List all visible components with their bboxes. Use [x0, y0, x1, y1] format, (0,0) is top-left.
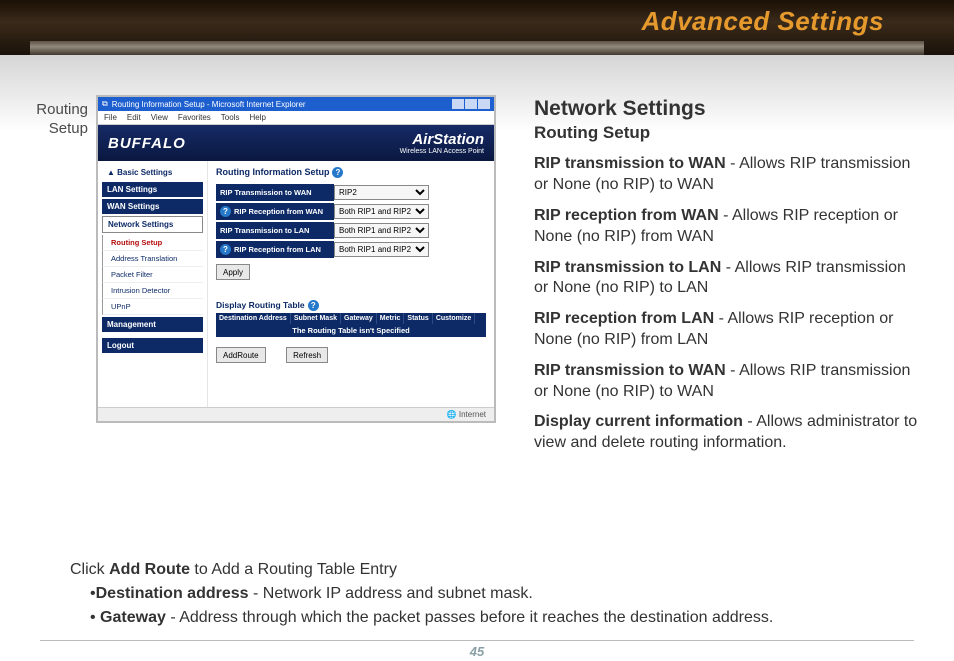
sidebar-sub-packet[interactable]: Packet Filter	[102, 267, 203, 283]
para-rip-rx-lan: RIP reception from LAN - Allows RIP rece…	[534, 309, 924, 351]
row-rip-tx-lan: RIP Transmission to LANBoth RIP1 and RIP…	[216, 222, 486, 239]
menu-edit[interactable]: Edit	[127, 113, 141, 122]
content-area: Routing Setup ⧉ Routing Information Setu…	[0, 55, 954, 464]
header-band: Advanced Settings	[0, 0, 954, 55]
right-column: Network Settings Routing Setup RIP trans…	[534, 95, 924, 464]
sidebar-item-wan[interactable]: WAN Settings	[102, 199, 203, 214]
select-rip-rx-lan[interactable]: Both RIP1 and RIP2	[334, 242, 429, 257]
row-rip-tx-wan: RIP Transmission to WANRIP2	[216, 184, 486, 201]
para-rip-rx-wan: RIP reception from WAN - Allows RIP rece…	[534, 206, 924, 248]
row-rip-rx-wan: ?RIP Reception from WANBoth RIP1 and RIP…	[216, 203, 486, 220]
select-rip-rx-wan[interactable]: Both RIP1 and RIP2	[334, 204, 429, 219]
menu-file[interactable]: File	[104, 113, 117, 122]
add-route-button[interactable]: AddRoute	[216, 347, 266, 363]
sidebar-sub-routing[interactable]: Routing Setup	[102, 235, 203, 251]
browser-menubar[interactable]: File Edit View Favorites Tools Help	[98, 111, 494, 125]
sidebar-item-network[interactable]: Network Settings	[102, 216, 203, 233]
brand-right: AirStation Wireless LAN Access Point	[400, 131, 484, 155]
display-routing-table-label: Display Routing Table?	[216, 300, 486, 311]
status-bar: 🌐 Internet	[98, 407, 494, 421]
para-display-info: Display current information - Allows adm…	[534, 412, 924, 454]
sidebar-item-management[interactable]: Management	[102, 317, 203, 332]
window-titlebar: ⧉ Routing Information Setup - Microsoft …	[98, 97, 494, 111]
help-icon[interactable]: ?	[220, 244, 231, 255]
section-heading: Network Settings	[534, 95, 924, 122]
select-rip-tx-wan[interactable]: RIP2	[334, 185, 429, 200]
menu-favorites[interactable]: Favorites	[178, 113, 211, 122]
para-rip-tx-lan: RIP transmission to LAN - Allows RIP tra…	[534, 258, 924, 300]
help-icon[interactable]: ?	[332, 167, 343, 178]
menu-tools[interactable]: Tools	[221, 113, 240, 122]
sidebar-sub-intrusion[interactable]: Intrusion Detector	[102, 283, 203, 299]
row-rip-rx-lan: ?RIP Reception from LANBoth RIP1 and RIP…	[216, 241, 486, 258]
window-buttons[interactable]	[452, 99, 490, 109]
section-subheading: Routing Setup	[534, 122, 924, 144]
sidebar-basic[interactable]: ▲ Basic Settings	[102, 165, 203, 180]
window-title: Routing Information Setup - Microsoft In…	[112, 100, 306, 109]
sidebar-sub-upnp[interactable]: UPnP	[102, 299, 203, 315]
brand-product: AirStation	[412, 131, 484, 148]
bottom-line1: Click Add Route to Add a Routing Table E…	[70, 558, 924, 582]
refresh-button[interactable]: Refresh	[286, 347, 328, 363]
brand-subtitle: Wireless LAN Access Point	[400, 148, 484, 155]
menu-help[interactable]: Help	[249, 113, 265, 122]
page-number: 45	[0, 644, 954, 659]
header-subband	[30, 41, 924, 55]
para-rip-tx-wan: RIP transmission to WAN - Allows RIP tra…	[534, 154, 924, 196]
apply-button[interactable]: Apply	[216, 264, 250, 280]
bullet-gateway: • Gateway - Address through which the pa…	[90, 606, 924, 630]
select-rip-tx-lan[interactable]: Both RIP1 and RIP2	[334, 223, 429, 238]
help-icon[interactable]: ?	[308, 300, 319, 311]
left-column: Routing Setup ⧉ Routing Information Setu…	[20, 95, 520, 464]
sidebar-sub-address[interactable]: Address Translation	[102, 251, 203, 267]
screenshot-caption: Routing Setup	[20, 95, 88, 464]
globe-icon: 🌐	[447, 410, 457, 419]
sidebar-item-logout[interactable]: Logout	[102, 338, 203, 353]
sidebar-item-lan[interactable]: LAN Settings	[102, 182, 203, 197]
bullet-destination: •Destination address - Network IP addres…	[90, 582, 924, 606]
footer-divider	[40, 640, 914, 641]
para-rip-tx-wan2: RIP transmission to WAN - Allows RIP tra…	[534, 361, 924, 403]
menu-view[interactable]: View	[151, 113, 168, 122]
main-panel: Routing Information Setup? RIP Transmiss…	[208, 161, 494, 407]
bottom-text: Click Add Route to Add a Routing Table E…	[70, 558, 924, 630]
screenshot-body: ▲ Basic Settings LAN Settings WAN Settin…	[98, 161, 494, 407]
routing-table-header: Destination Address Subnet Mask Gateway …	[216, 313, 486, 324]
page-header-title: Advanced Settings	[30, 6, 924, 37]
brand-bar: BUFFALO AirStation Wireless LAN Access P…	[98, 125, 494, 161]
embedded-screenshot: ⧉ Routing Information Setup - Microsoft …	[96, 95, 496, 423]
window-icon: ⧉	[102, 99, 108, 109]
routing-table-buttons: AddRoute Refresh	[216, 343, 486, 363]
panel-title: Routing Information Setup?	[216, 167, 486, 178]
brand-logo: BUFFALO	[108, 135, 186, 152]
help-icon[interactable]: ?	[220, 206, 231, 217]
routing-table-empty: The Routing Table isn't Specified	[216, 324, 486, 337]
sidebar: ▲ Basic Settings LAN Settings WAN Settin…	[98, 161, 208, 407]
